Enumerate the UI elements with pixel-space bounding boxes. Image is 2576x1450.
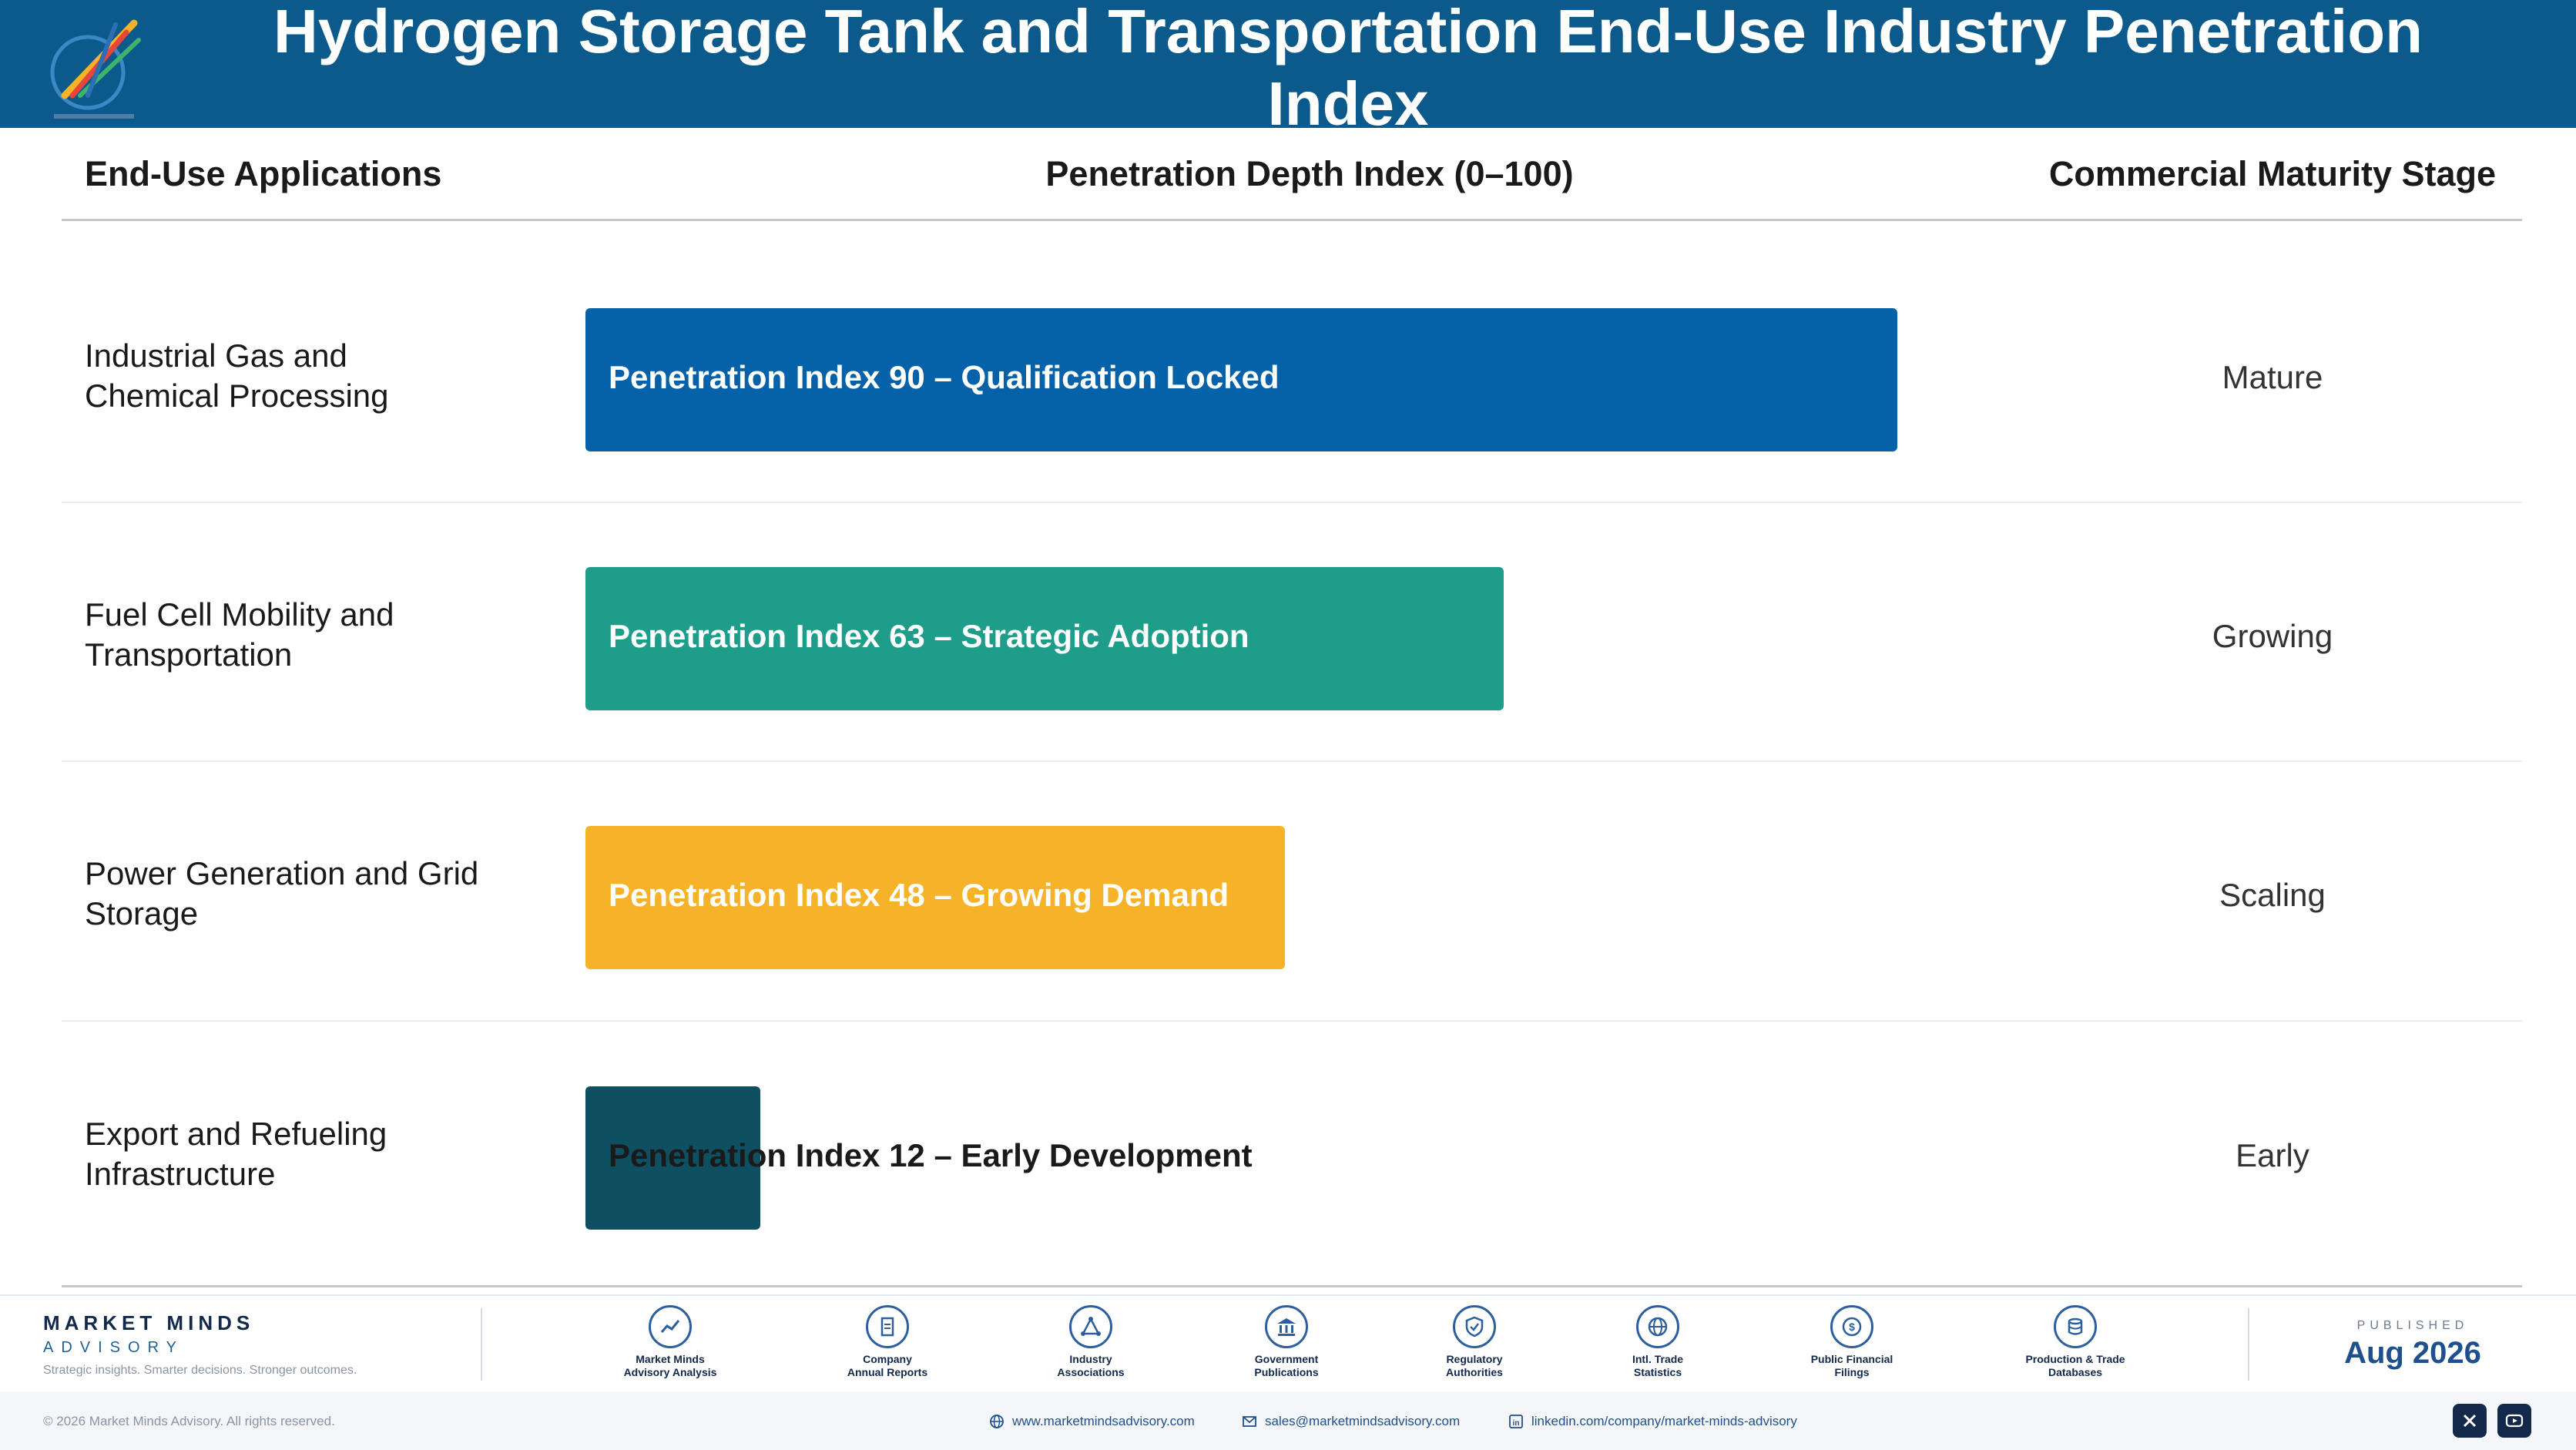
brand-name: MARKET MINDS <box>43 1311 255 1334</box>
application-label: Industrial Gas and Chemical Processing <box>85 337 389 414</box>
maturity-stage: Mature <box>2222 359 2323 395</box>
bar-label: Penetration Index 48 – Growing Demand <box>609 877 1229 913</box>
document-icon <box>866 1305 909 1348</box>
bar-label: Penetration Index 90 – Qualification Loc… <box>609 359 1280 395</box>
network-icon <box>1069 1305 1112 1348</box>
table-bottom-divider <box>62 1285 2522 1287</box>
footer: MARKET MINDS ADVISORY Strategic insights… <box>0 1294 2576 1450</box>
published-label: PUBLISHED <box>2356 1319 2469 1332</box>
source-item: Intl. Trade Statistics <box>1588 1305 1727 1379</box>
application-label: Export and Refueling Infrastructure <box>85 1116 387 1192</box>
brand-tagline: Strategic insights. Smarter decisions. S… <box>43 1364 357 1377</box>
svg-text:in: in <box>1513 1419 1520 1428</box>
source-item: Industry Associations <box>1021 1305 1160 1379</box>
column-header-index: Penetration Depth Index (0–100) <box>1045 154 1574 193</box>
email-link[interactable]: sales@marketmindsadvisory.com <box>1242 1414 1460 1429</box>
application-label: Fuel Cell Mobility and Transportation <box>85 596 394 673</box>
linkedin-icon: in <box>1509 1415 1523 1428</box>
bar-label: Penetration Index 63 – Strategic Adoptio… <box>609 618 1249 654</box>
linkedin-link[interactable]: in linkedin.com/company/market-minds-adv… <box>1508 1414 1797 1429</box>
header-divider <box>62 219 2522 221</box>
shield-check-icon <box>1453 1305 1496 1348</box>
brand-subtitle: ADVISORY <box>43 1339 184 1356</box>
footer-divider <box>2248 1308 2249 1381</box>
maturity-stage: Scaling <box>2219 877 2326 913</box>
website-link[interactable]: www.marketmindsadvisory.com <box>989 1414 1195 1429</box>
mail-icon <box>1243 1416 1256 1427</box>
maturity-stage: Growing <box>2212 618 2333 654</box>
globe-icon <box>990 1415 1004 1428</box>
coin-icon: $ <box>1830 1305 1873 1348</box>
database-icon <box>2054 1305 2097 1348</box>
svg-text:$: $ <box>1849 1321 1855 1333</box>
x-icon[interactable] <box>2453 1404 2487 1438</box>
youtube-icon[interactable] <box>2497 1404 2531 1438</box>
application-label: Power Generation and Grid Storage <box>85 855 479 931</box>
source-item: Company Annual Reports <box>818 1305 957 1379</box>
page-title: Hydrogen Storage Tank and Transportation… <box>273 0 2423 138</box>
row-divider <box>62 760 2522 762</box>
government-building-icon <box>1265 1305 1308 1348</box>
line-chart-icon <box>649 1305 692 1348</box>
source-item: Production & Trade Databases <box>2006 1305 2145 1379</box>
market-minds-logo <box>50 19 141 119</box>
column-header-stage: Commercial Maturity Stage <box>2048 154 2497 193</box>
row-divider <box>62 502 2522 503</box>
footer-sources-bar: MARKET MINDS ADVISORY Strategic insights… <box>0 1294 2576 1391</box>
header-banner: Hydrogen Storage Tank and Transportation… <box>0 0 2576 138</box>
row-divider <box>62 1020 2522 1022</box>
source-item: $ Public Financial Filings <box>1783 1305 1921 1379</box>
published-date: Aug 2026 <box>2344 1336 2481 1370</box>
source-item: Regulatory Authorities <box>1405 1305 1544 1379</box>
globe-icon <box>1636 1305 1679 1348</box>
bar-label: Penetration Index 12 – Early Development <box>609 1137 1253 1173</box>
footer-divider <box>481 1308 482 1381</box>
source-item: Market Minds Advisory Analysis <box>601 1305 740 1379</box>
source-item: Government Publications <box>1217 1305 1356 1379</box>
maturity-stage: Early <box>2236 1137 2309 1173</box>
copyright-text: © 2026 Market Minds Advisory. All rights… <box>43 1414 335 1428</box>
column-header-applications: End-Use Applications <box>85 154 442 193</box>
